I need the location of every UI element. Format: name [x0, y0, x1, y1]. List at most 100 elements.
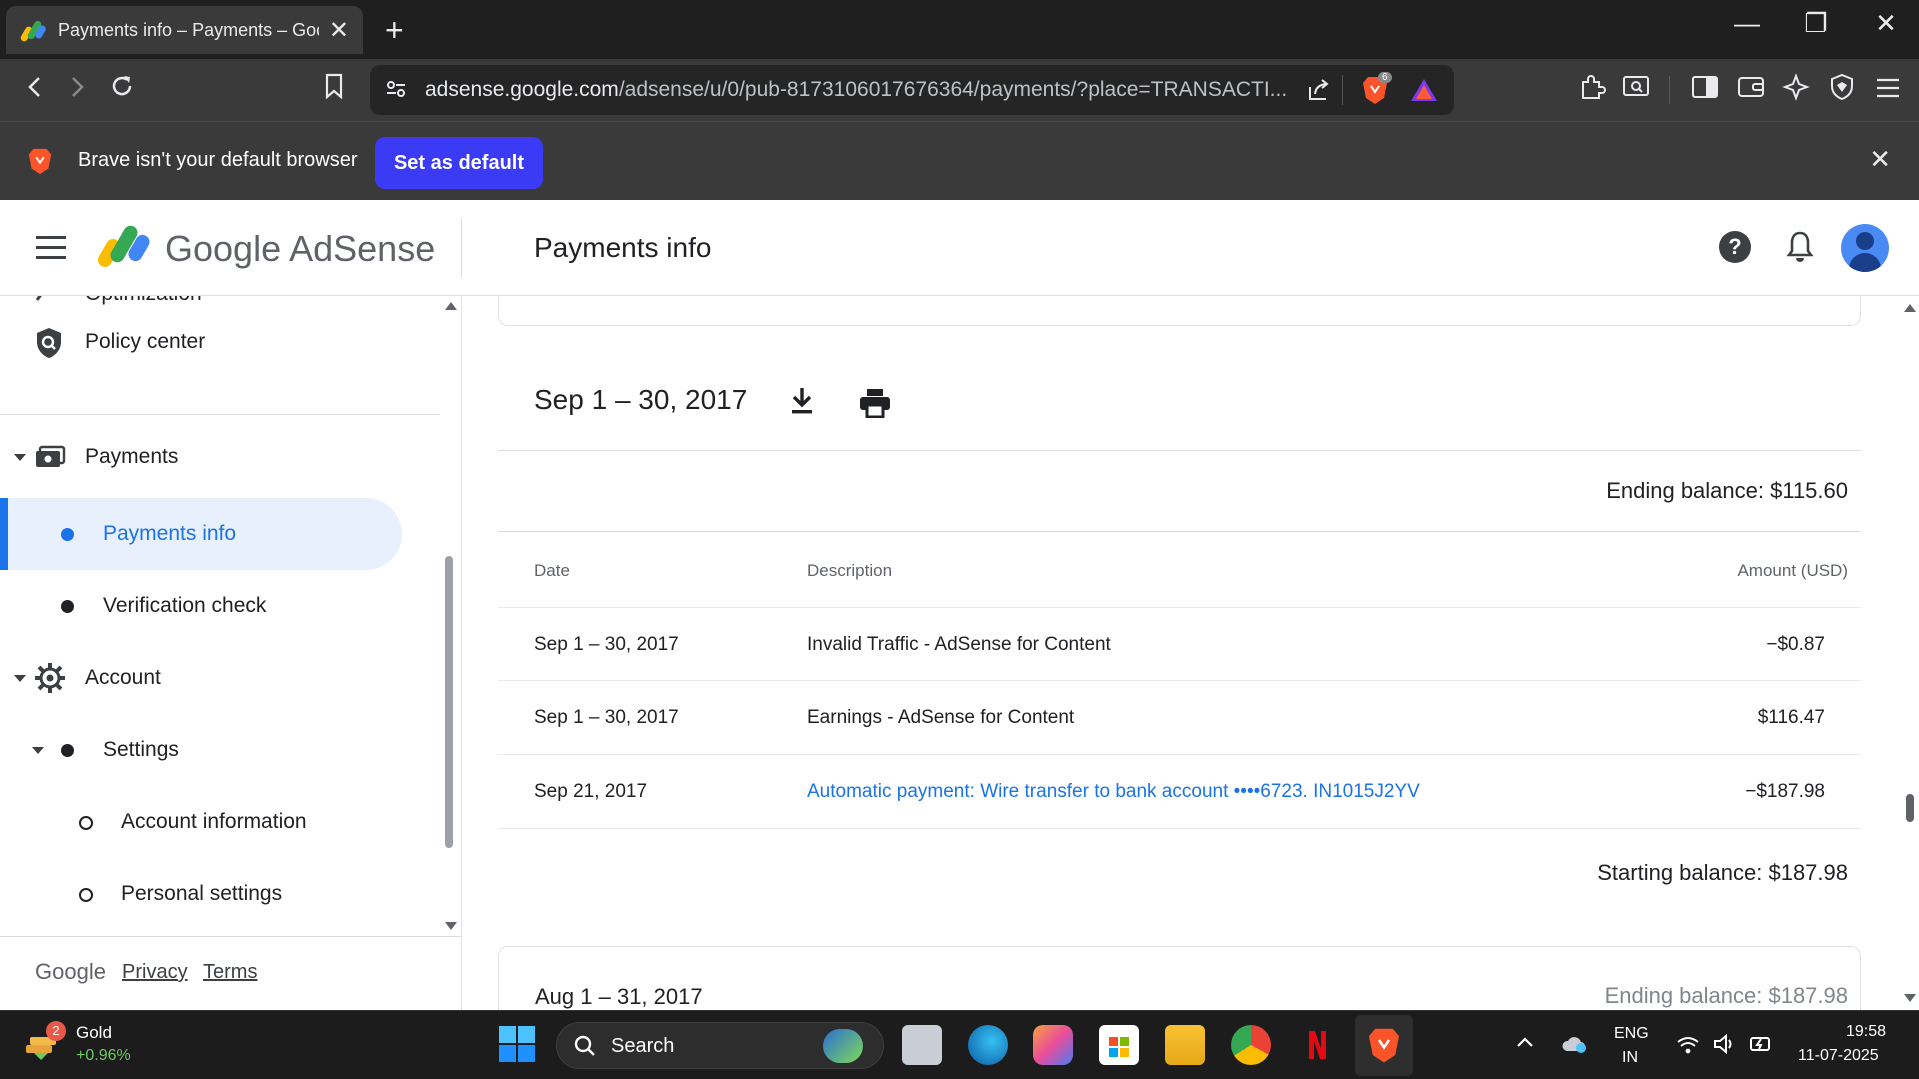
wifi-icon[interactable]	[1676, 1035, 1700, 1060]
site-settings-icon[interactable]	[384, 77, 408, 106]
sidebar-toggle-icon[interactable]	[1687, 73, 1723, 107]
browser-menu-icon[interactable]	[1870, 73, 1906, 107]
set-as-default-button[interactable]: Set as default	[375, 137, 543, 189]
restore-icon[interactable]: ❐	[1796, 8, 1836, 39]
notifications-bell-icon[interactable]	[1784, 229, 1816, 265]
sidebar-item-payments-info[interactable]: Payments info	[0, 498, 402, 570]
tray-chevron-up-icon[interactable]	[1515, 1035, 1535, 1054]
address-bar[interactable]: adsense.google.com/adsense/u/0/pub-81731…	[370, 65, 1454, 115]
section-divider	[498, 450, 1861, 451]
language-region[interactable]: IN	[1622, 1049, 1638, 1067]
help-icon[interactable]: ?	[1719, 231, 1751, 263]
sidebar-item-payments[interactable]: Payments	[0, 421, 440, 493]
scroll-up-icon[interactable]	[445, 302, 457, 310]
window-close-icon[interactable]: ✕	[1866, 8, 1906, 39]
adsense-favicon-icon	[20, 17, 46, 43]
reload-icon[interactable]	[104, 73, 140, 107]
infobar-close-icon[interactable]: ✕	[1869, 144, 1891, 175]
volume-icon[interactable]	[1712, 1033, 1738, 1060]
download-icon[interactable]	[789, 386, 815, 416]
sidebar-item-policy-center[interactable]: Policy center	[0, 306, 440, 378]
url-text[interactable]: adsense.google.com/adsense/u/0/pub-81731…	[425, 78, 1287, 102]
microsoft-store-icon[interactable]	[1099, 1025, 1139, 1065]
bullet-dot-icon	[61, 744, 74, 757]
minimize-icon[interactable]: —	[1727, 8, 1767, 39]
bullet-ring-icon	[79, 816, 93, 830]
netflix-icon[interactable]	[1297, 1025, 1337, 1065]
clock-time[interactable]: 19:58	[1846, 1023, 1886, 1041]
row-amount: −$0.87	[1766, 634, 1825, 655]
sidebar-item-verification-check[interactable]: Verification check	[0, 570, 440, 642]
ending-balance: Ending balance: $115.60	[1606, 478, 1848, 503]
sidebar-item-label: Account	[85, 666, 161, 689]
sidebar-item-personal-settings[interactable]: Personal settings	[0, 858, 440, 930]
brave-shields-icon[interactable]: 6	[1360, 72, 1392, 111]
windows-taskbar: 2 Gold +0.96% Search ENG IN 19:58 11-07-…	[0, 1010, 1919, 1079]
brave-taskbar-icon[interactable]	[1364, 1025, 1404, 1065]
bookmark-icon[interactable]	[316, 73, 352, 107]
gold-widget-icon[interactable]: 2	[24, 1021, 66, 1068]
onedrive-icon[interactable]	[1561, 1033, 1589, 1060]
scroll-down-icon[interactable]	[1904, 994, 1916, 1002]
page-search-icon[interactable]	[1618, 73, 1654, 107]
tab-close-icon[interactable]: ✕	[329, 16, 349, 45]
collapse-caret-icon[interactable]	[14, 454, 26, 461]
edge-browser-icon[interactable]	[968, 1025, 1008, 1065]
optimization-icon	[34, 296, 64, 304]
share-icon[interactable]	[1306, 77, 1332, 108]
collapse-caret-icon[interactable]	[32, 747, 44, 754]
brave-rewards-icon[interactable]	[1410, 77, 1438, 108]
sidebar-item-optimization-partial[interactable]: Optimization	[85, 296, 202, 306]
chrome-icon[interactable]	[1231, 1025, 1271, 1065]
scroll-up-icon[interactable]	[1904, 304, 1916, 312]
sidebar-item-label: Payments	[85, 445, 179, 468]
taskbar-search-box[interactable]: Search	[556, 1022, 884, 1069]
browser-tab-active[interactable]: Payments info – Payments – Google AdSens…	[6, 6, 363, 54]
sidebar-item-settings[interactable]: Settings	[0, 714, 440, 786]
collapse-caret-icon[interactable]	[14, 675, 26, 682]
bullet-ring-icon	[79, 888, 93, 902]
account-avatar[interactable]	[1841, 224, 1889, 272]
wallet-icon[interactable]	[1733, 73, 1769, 107]
copilot-icon[interactable]	[1033, 1025, 1073, 1065]
main-scrollbar[interactable]	[1901, 296, 1919, 1010]
windows-start-icon[interactable]	[498, 1025, 536, 1068]
starting-balance: Starting balance: $187.98	[1597, 860, 1848, 885]
task-view-icon[interactable]	[902, 1025, 942, 1065]
print-icon[interactable]	[859, 388, 891, 419]
scroll-down-icon[interactable]	[445, 922, 457, 930]
main-menu-icon[interactable]	[36, 236, 66, 260]
brand-name[interactable]: Google AdSense	[165, 228, 435, 270]
sidebar-item-account[interactable]: Account	[0, 642, 440, 714]
clock-date[interactable]: 11-07-2025	[1798, 1047, 1879, 1065]
forward-icon[interactable]	[60, 73, 96, 107]
header-divider	[461, 218, 462, 278]
back-icon[interactable]	[16, 73, 52, 107]
extensions-icon[interactable]	[1574, 73, 1610, 109]
column-header-description: Description	[807, 561, 893, 580]
sidebar-item-label: Personal settings	[121, 882, 283, 905]
sidebar-item-account-information[interactable]: Account information	[0, 786, 440, 858]
table-row: Sep 1 – 30, 2017 Earnings - AdSense for …	[498, 681, 1861, 755]
adsense-header: Google AdSense Payments info ?	[0, 200, 1919, 296]
terms-link[interactable]: Terms	[203, 961, 257, 984]
new-tab-icon[interactable]: +	[385, 12, 404, 49]
search-highlight-icon	[823, 1029, 863, 1063]
battery-icon[interactable]	[1748, 1033, 1774, 1060]
privacy-link[interactable]: Privacy	[122, 961, 188, 984]
payment-detail-link[interactable]: Automatic payment: Wire transfer to bank…	[807, 781, 1420, 803]
omnibox-divider	[1342, 75, 1343, 105]
leo-ai-icon[interactable]	[1778, 73, 1814, 109]
file-explorer-icon[interactable]	[1165, 1025, 1205, 1065]
sidebar-item-label: Payments info	[103, 522, 237, 545]
adsense-logo-icon	[98, 222, 150, 268]
vpn-shield-icon[interactable]	[1824, 73, 1860, 109]
url-path: /adsense/u/0/pub-8173106017676364/paymen…	[618, 78, 1288, 101]
bullet-dot-icon	[61, 600, 74, 613]
infobar-message: Brave isn't your default browser	[78, 149, 358, 171]
language-code[interactable]: ENG	[1614, 1025, 1649, 1043]
main-scroll-thumb[interactable]	[1906, 794, 1914, 822]
column-header-date: Date	[534, 561, 570, 580]
sidebar-item-label: Account information	[121, 810, 307, 833]
sidebar-scroll-thumb[interactable]	[445, 556, 453, 848]
